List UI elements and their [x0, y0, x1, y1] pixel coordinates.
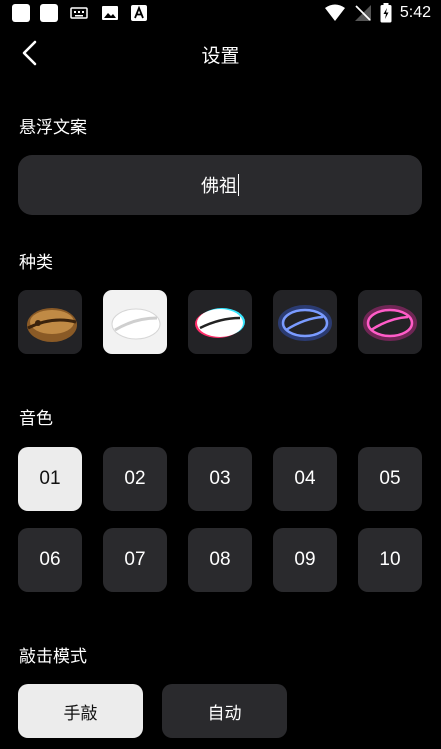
tone-option[interactable]: 02	[103, 447, 167, 511]
tone-option[interactable]: 06	[18, 528, 82, 592]
floating-text-label: 悬浮文案	[19, 118, 87, 138]
tone-option[interactable]: 04	[273, 447, 337, 511]
status-bar: 5:42	[0, 0, 441, 26]
kind-option-wooden[interactable]	[18, 290, 82, 354]
tone-option[interactable]: 05	[358, 447, 422, 511]
notification-icon	[40, 4, 58, 22]
kind-option-glitch[interactable]	[188, 290, 252, 354]
tone-option[interactable]: 09	[273, 528, 337, 592]
knock-mode-label: 敲击模式	[19, 647, 87, 667]
no-signal-icon	[354, 5, 371, 21]
auto-knock-button[interactable]: 自动	[162, 684, 287, 738]
neon-blue-fish-icon	[278, 305, 332, 341]
kind-option-white[interactable]	[103, 290, 167, 354]
image-icon	[102, 6, 118, 20]
floating-text-value: 佛祖	[201, 176, 237, 197]
glitch-fish-icon	[195, 308, 245, 338]
white-fish-icon	[111, 308, 161, 340]
kind-option-neon-pink[interactable]	[358, 290, 422, 354]
tone-label: 音色	[19, 409, 53, 429]
floating-text-input[interactable]: 佛祖	[18, 155, 422, 215]
kind-option-neon-blue[interactable]	[273, 290, 337, 354]
status-time: 5:42	[399, 4, 431, 21]
text-app-icon	[131, 5, 147, 21]
keyboard-icon	[70, 7, 88, 19]
text-caret	[238, 174, 239, 196]
manual-knock-button[interactable]: 手敲	[18, 684, 143, 738]
tone-option[interactable]: 08	[188, 528, 252, 592]
tone-option[interactable]: 03	[188, 447, 252, 511]
tone-option[interactable]: 01	[18, 447, 82, 511]
battery-charging-icon	[380, 3, 392, 23]
tone-option[interactable]: 10	[358, 528, 422, 592]
tone-option[interactable]: 07	[103, 528, 167, 592]
notification-icon	[12, 4, 30, 22]
kind-label: 种类	[19, 253, 53, 273]
wooden-fish-icon	[27, 308, 77, 342]
neon-pink-fish-icon	[363, 305, 417, 341]
wifi-icon	[324, 4, 345, 21]
page-title: 设置	[201, 45, 240, 67]
